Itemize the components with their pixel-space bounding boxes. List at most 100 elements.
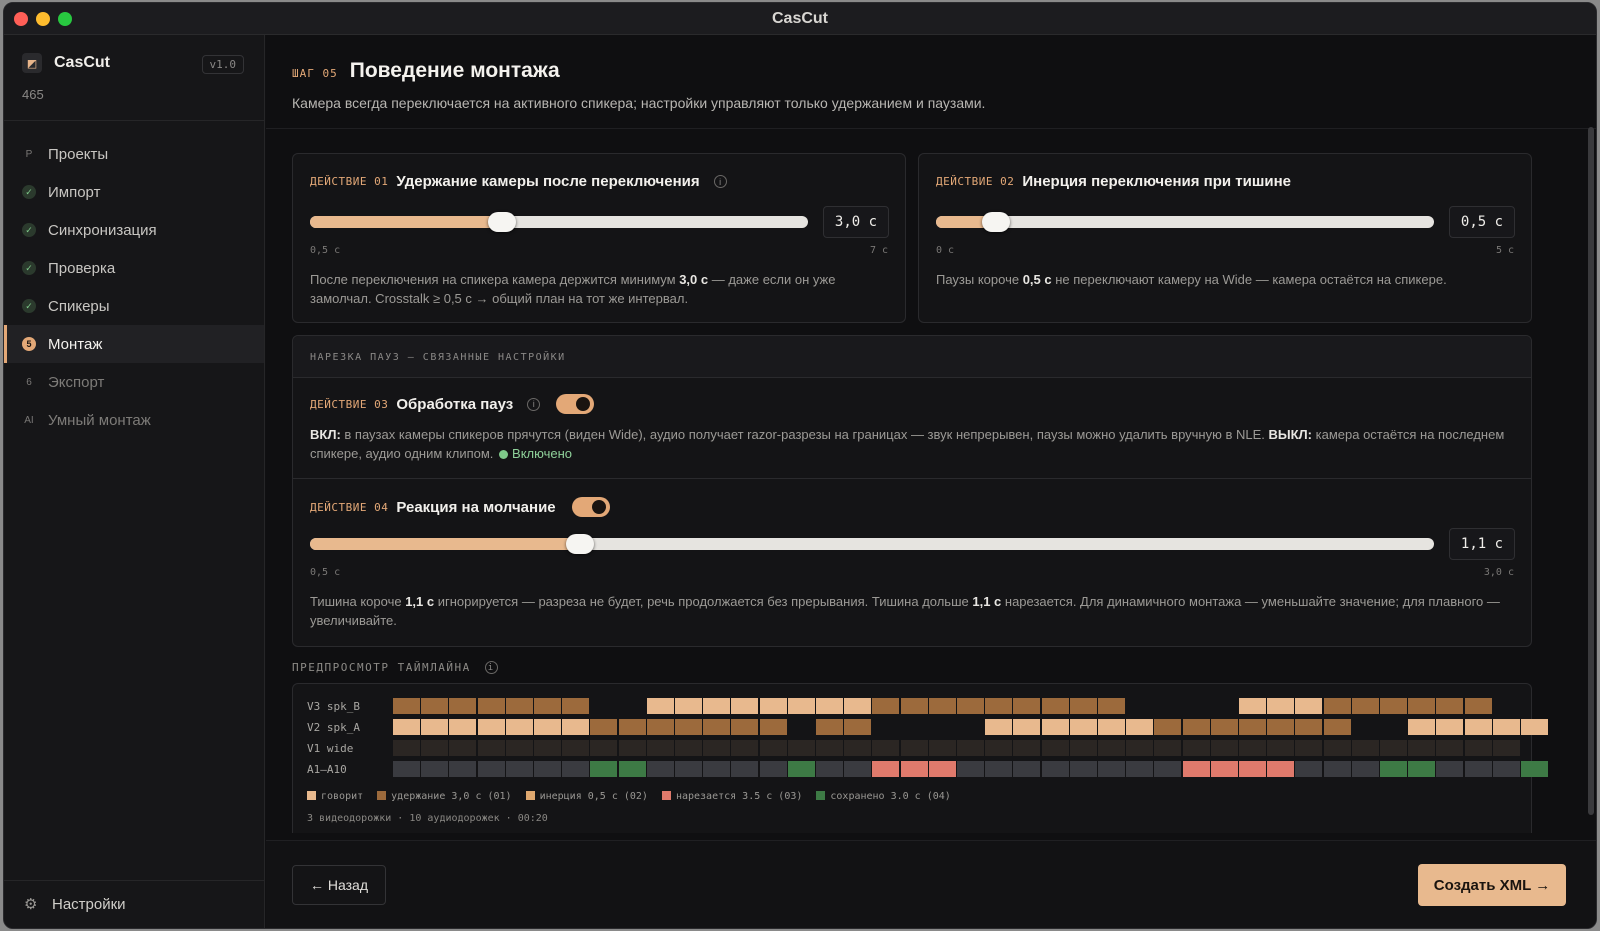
slider-knob[interactable]: [981, 212, 1010, 232]
slider-knob[interactable]: [565, 534, 594, 554]
action3-tag: ДЕЙСТВИЕ 03: [310, 397, 389, 411]
timeline-clip: [1126, 761, 1154, 777]
timeline-clip: [1492, 719, 1520, 735]
timeline-clip: [477, 698, 505, 714]
sidebar-item-8[interactable]: AI Умный монтаж: [4, 401, 264, 439]
timeline-clip: [844, 761, 872, 777]
sidebar-item-6[interactable]: 5 Монтаж: [4, 325, 264, 363]
timeline-clip: [1098, 719, 1125, 735]
timeline-clip: [1436, 761, 1464, 777]
silence-value-field[interactable]: 1,1 с: [1449, 528, 1515, 560]
zoom-window-button[interactable]: [58, 12, 72, 26]
timeline-clip: [1154, 740, 1182, 756]
settings-button[interactable]: ⚙ Настройки: [4, 880, 264, 928]
legend-item: удержание 3,0 с (01): [377, 791, 512, 802]
timeline-clip: [1041, 761, 1069, 777]
legend-item: говорит: [307, 791, 363, 802]
timeline-clip: [1380, 698, 1407, 714]
silence-reaction-toggle[interactable]: [571, 497, 610, 517]
timeline-clip: [646, 740, 674, 756]
timeline-preview: V3 spk_B V2 spk_A V1 wide A1–A10 говорит уде…: [292, 683, 1548, 833]
brand-name: CasCut: [54, 54, 111, 71]
divider: [293, 478, 1531, 479]
timeline-clip: [646, 698, 674, 714]
check-icon: ✓: [22, 299, 36, 313]
check-icon: ✓: [22, 185, 36, 199]
timeline-clip: [759, 761, 787, 777]
brand-block: ◩ CasCut v1.0 465: [4, 35, 264, 121]
timeline-clip: [393, 740, 420, 756]
timeline-clip: [1267, 740, 1295, 756]
sidebar-item-5[interactable]: ✓ Спикеры: [4, 287, 264, 325]
create-xml-button[interactable]: Создать XML →: [1418, 864, 1566, 906]
timeline-clip: [928, 698, 956, 714]
sidebar-item-4[interactable]: ✓ Проверка: [4, 249, 264, 287]
timeline-clip: [1041, 698, 1069, 714]
timeline-clip: [393, 761, 420, 777]
sidebar-item-7[interactable]: 6 Экспорт: [4, 363, 264, 401]
silence-max-label: 3,0 с: [1483, 567, 1514, 578]
step-number-icon: AI: [24, 414, 34, 426]
timeline-clip: [1267, 698, 1295, 714]
pause-handling-toggle[interactable]: [556, 394, 595, 414]
hold-slider[interactable]: [310, 212, 808, 232]
timeline-clip: [872, 698, 900, 714]
sidebar-item-3[interactable]: ✓ Синхронизация: [4, 211, 264, 249]
timeline-clip: [1069, 761, 1097, 777]
timeline-clip: [1098, 761, 1125, 777]
legend-swatch: [307, 791, 316, 800]
timeline-clip: [449, 698, 477, 714]
hold-min-label: 0,5 с: [310, 245, 341, 256]
timeline-clip: [985, 719, 1013, 735]
silence-slider[interactable]: [310, 534, 1434, 554]
info-icon[interactable]: i: [713, 175, 727, 188]
timeline-clip: [1041, 740, 1069, 756]
sidebar-item-label: Спикеры: [48, 297, 110, 315]
timeline-clip: [985, 761, 1013, 777]
timeline-clip: [421, 698, 449, 714]
scrollbar[interactable]: [1588, 127, 1594, 815]
timeline-clip: [1154, 761, 1182, 777]
inertia-value-field[interactable]: 0,5 с: [1449, 206, 1515, 238]
inertia-slider[interactable]: [936, 212, 1434, 232]
brand-subtitle: 465: [22, 87, 44, 102]
timeline-clip: [1323, 698, 1351, 714]
action1-card: ДЕЙСТВИЕ 01 Удержание камеры после перек…: [292, 153, 906, 323]
step-number-icon: 6: [26, 376, 32, 388]
status-label: Включено: [512, 446, 573, 461]
inertia-max-label: 5 с: [1495, 245, 1514, 256]
sidebar-item-label: Проекты: [48, 145, 109, 163]
timeline-clip: [957, 761, 984, 777]
timeline-clip: [844, 740, 872, 756]
sidebar-item-label: Монтаж: [48, 335, 103, 353]
hold-value-field[interactable]: 3,0 с: [823, 206, 889, 238]
info-icon[interactable]: i: [484, 661, 498, 674]
action2-description: Паузы короче 0,5 с не переключают камеру…: [936, 272, 1447, 287]
slider-knob[interactable]: [487, 212, 516, 232]
info-icon[interactable]: i: [527, 397, 541, 411]
timeline-clip: [1380, 761, 1407, 777]
timeline-clip: [1126, 719, 1154, 735]
timeline-clip: [477, 761, 505, 777]
close-window-button[interactable]: [14, 12, 28, 26]
timeline-clip: [590, 740, 618, 756]
sidebar-item-2[interactable]: ✓ Импорт: [4, 173, 264, 211]
timeline-clip: [449, 740, 477, 756]
timeline-clip: [534, 698, 561, 714]
back-button[interactable]: ← Назад: [292, 865, 386, 905]
timeline-clip: [1098, 740, 1125, 756]
slider-fill: [310, 538, 580, 550]
timeline-clip: [1013, 740, 1041, 756]
gear-icon: ⚙: [24, 895, 38, 913]
minimize-window-button[interactable]: [36, 12, 50, 26]
timeline-clip: [590, 761, 618, 777]
timeline-clip: [1351, 740, 1379, 756]
timeline-clip: [731, 698, 759, 714]
timeline-clip: [957, 740, 984, 756]
timeline-clip: [449, 719, 477, 735]
timeline-clip: [787, 740, 815, 756]
timeline-clip: [816, 740, 843, 756]
legend-label: инерция 0,5 с (02): [539, 791, 648, 802]
sidebar-item-1[interactable]: P Проекты: [4, 135, 264, 173]
check-icon: ✓: [22, 261, 36, 275]
